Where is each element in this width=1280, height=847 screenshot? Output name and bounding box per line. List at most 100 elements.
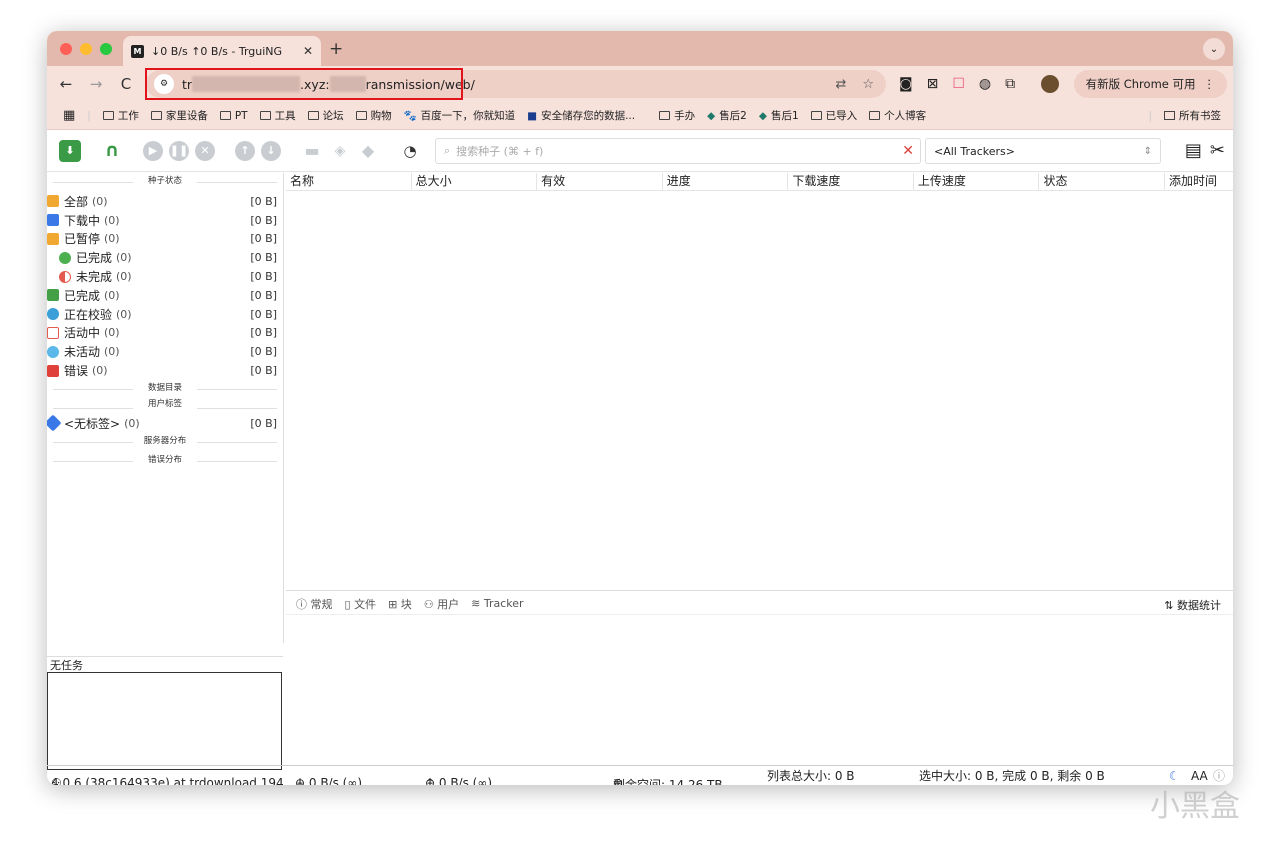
add-torrent-button[interactable]: ⬇	[59, 139, 81, 162]
tab-pieces[interactable]: ⊞ 块	[388, 596, 412, 612]
speed-limit-gauge-icon[interactable]: ◔	[399, 140, 421, 162]
move-up-button[interactable]: ↑	[235, 140, 255, 161]
column-header[interactable]: 总大小	[412, 173, 538, 190]
extension-icons: ◙ ⊠ ☐ ◍ ⧉	[899, 75, 1060, 93]
profile-avatar[interactable]	[1041, 75, 1060, 93]
back-button[interactable]: ←	[51, 75, 81, 93]
filter-count: (0)	[92, 194, 108, 208]
app-toolbar: ⬇ ∩ ▶ ❚❚ ✕ ↑ ↓ ▬ ◈ ◆ ◔ ⌕ 搜索种子 (⌘ + f) ✕ …	[47, 130, 1233, 172]
filter-all[interactable]: 全部 (0) [0 B]	[47, 192, 283, 211]
pause-icon	[47, 232, 59, 245]
torrent-search-input[interactable]: ⌕ 搜索种子 (⌘ + f) ✕	[435, 138, 921, 164]
bookmark-label: 百度一下，你就知道	[420, 110, 516, 122]
folder-icon	[307, 111, 319, 120]
filter-sidebar: 种子状态 全部 (0) [0 B] 下载中 (0) [0 B] 已暂停 (0) [0 B] …	[47, 173, 284, 643]
reload-button[interactable]: C	[111, 75, 141, 93]
filter-active[interactable]: 活动中 (0) [0 B]	[47, 324, 283, 343]
minimize-window-button[interactable]	[80, 43, 92, 55]
bookmark-item[interactable]: 已导入	[810, 108, 857, 123]
column-header[interactable]: 下载速度	[788, 173, 914, 190]
asterisk-icon	[47, 195, 59, 208]
tab-close-icon[interactable]: ✕	[303, 44, 313, 58]
filter-completed[interactable]: 已完成 (0) [0 B]	[47, 248, 283, 267]
filter-no-label[interactable]: <无标签> (0) [0 B]	[47, 414, 283, 433]
add-magnet-button[interactable]: ∩	[101, 139, 123, 162]
clear-search-icon[interactable]: ✕	[902, 143, 914, 159]
folder-icon	[869, 111, 881, 120]
bookmark-item[interactable]: ◆ 售后2	[707, 108, 747, 123]
layout-toggle-icon[interactable]: ▤	[1185, 140, 1202, 161]
bookmark-label: 安全储存您的数据...	[541, 110, 636, 122]
filter-count: (0)	[104, 288, 120, 302]
column-header[interactable]: 上传速度	[914, 173, 1040, 190]
filter-incomplete[interactable]: 未完成 (0) [0 B]	[47, 267, 283, 286]
extensions-puzzle-icon[interactable]: ⧉	[1005, 76, 1015, 92]
shop-icon: ◆	[758, 109, 767, 122]
new-tab-button[interactable]: +	[329, 39, 343, 59]
tab-label: 文件	[354, 597, 377, 611]
label-tag-icon[interactable]: ◈	[329, 140, 351, 162]
filter-verifying[interactable]: 正在校验 (0) [0 B]	[47, 305, 283, 324]
tab-general[interactable]: ⓘ 常规	[296, 596, 333, 612]
column-header[interactable]: 进度	[663, 173, 789, 190]
bookmark-star-icon[interactable]: ☆	[862, 77, 874, 92]
bookmark-item[interactable]: PT	[219, 110, 248, 122]
more-menu-icon[interactable]: ⋮	[1204, 77, 1216, 91]
column-header[interactable]: 添加时间	[1165, 173, 1233, 190]
start-button[interactable]: ▶	[143, 140, 163, 161]
filter-inactive[interactable]: 未活动 (0) [0 B]	[47, 342, 283, 361]
sort-icon: ⇅	[1164, 599, 1177, 612]
bookmark-item[interactable]: 家里设备	[150, 108, 208, 123]
filter-count: (0)	[104, 345, 120, 359]
settings-tools-icon[interactable]: ✂	[1210, 140, 1225, 161]
pause-button[interactable]: ❚❚	[169, 140, 189, 161]
bookmark-item[interactable]: 手办	[659, 108, 695, 123]
priority-warning-icon[interactable]: ◆	[357, 140, 379, 162]
column-header[interactable]: 状态	[1039, 173, 1166, 190]
bookmark-item[interactable]: ■ 安全储存您的数据...	[527, 108, 635, 123]
close-window-button[interactable]	[60, 43, 72, 55]
apps-grid-icon[interactable]: ▦	[63, 108, 75, 123]
extension-2-icon[interactable]: ⊠	[927, 76, 939, 92]
bookmark-item[interactable]: 工具	[259, 108, 296, 123]
extension-4-icon[interactable]: ◍	[979, 76, 991, 92]
extension-1-icon[interactable]: ◙	[899, 76, 913, 92]
all-bookmarks-button[interactable]: | 所有书签	[1148, 108, 1221, 123]
statistics-button[interactable]: ⇅ 数据统计	[1164, 597, 1221, 613]
move-down-button[interactable]: ↓	[261, 140, 281, 161]
baidu-icon: 🐾	[403, 110, 417, 122]
url-highlight-box	[145, 68, 463, 100]
filter-finished[interactable]: 已完成 (0) [0 B]	[47, 286, 283, 305]
move-folder-icon[interactable]: ▬	[301, 140, 323, 162]
bookmark-label: 论坛	[322, 110, 344, 122]
snowflake-icon	[47, 345, 59, 358]
zoom-window-button[interactable]	[100, 43, 112, 55]
tracker-filter-select[interactable]: <All Trackers> ⇕	[925, 138, 1161, 164]
tag-icon	[47, 414, 62, 432]
file-icon: ▯	[344, 597, 355, 611]
bookmark-item[interactable]: 🐾 百度一下，你就知道	[404, 108, 516, 123]
filter-paused[interactable]: 已暂停 (0) [0 B]	[47, 230, 283, 249]
forward-button[interactable]: →	[81, 75, 111, 93]
bookmark-item[interactable]: 个人博客	[869, 108, 926, 123]
extension-3-icon[interactable]: ☐	[952, 76, 965, 92]
tab-files[interactable]: ▯ 文件	[345, 596, 377, 612]
filter-error[interactable]: 错误 (0) [0 B]	[47, 361, 283, 380]
folder-icon	[150, 111, 162, 120]
bookmark-item[interactable]: ◆ 售后1	[759, 108, 799, 123]
browser-tab[interactable]: M ↓0 B/s ↑0 B/s - TrguiNG ✕	[123, 36, 321, 66]
server-section-title: 服务器分布	[47, 433, 283, 452]
tab-search-button[interactable]: ⌄	[1203, 38, 1225, 60]
bookmark-item[interactable]: 工作	[102, 108, 139, 123]
column-header[interactable]: 有效	[537, 173, 663, 190]
tab-peers[interactable]: ⚇ 用户	[424, 596, 459, 612]
bookmark-item[interactable]: 购物	[355, 108, 392, 123]
tab-tracker[interactable]: ≋ Tracker	[471, 597, 523, 610]
column-header[interactable]: 名称	[286, 173, 412, 190]
filter-size: [0 B]	[250, 232, 277, 246]
translate-icon[interactable]: ⇄	[835, 77, 846, 92]
bookmark-item[interactable]: 论坛	[307, 108, 344, 123]
remove-button[interactable]: ✕	[195, 140, 215, 161]
filter-downloading[interactable]: 下载中 (0) [0 B]	[47, 211, 283, 230]
chrome-update-button[interactable]: 有新版 Chrome 可用 ⋮	[1073, 70, 1227, 98]
